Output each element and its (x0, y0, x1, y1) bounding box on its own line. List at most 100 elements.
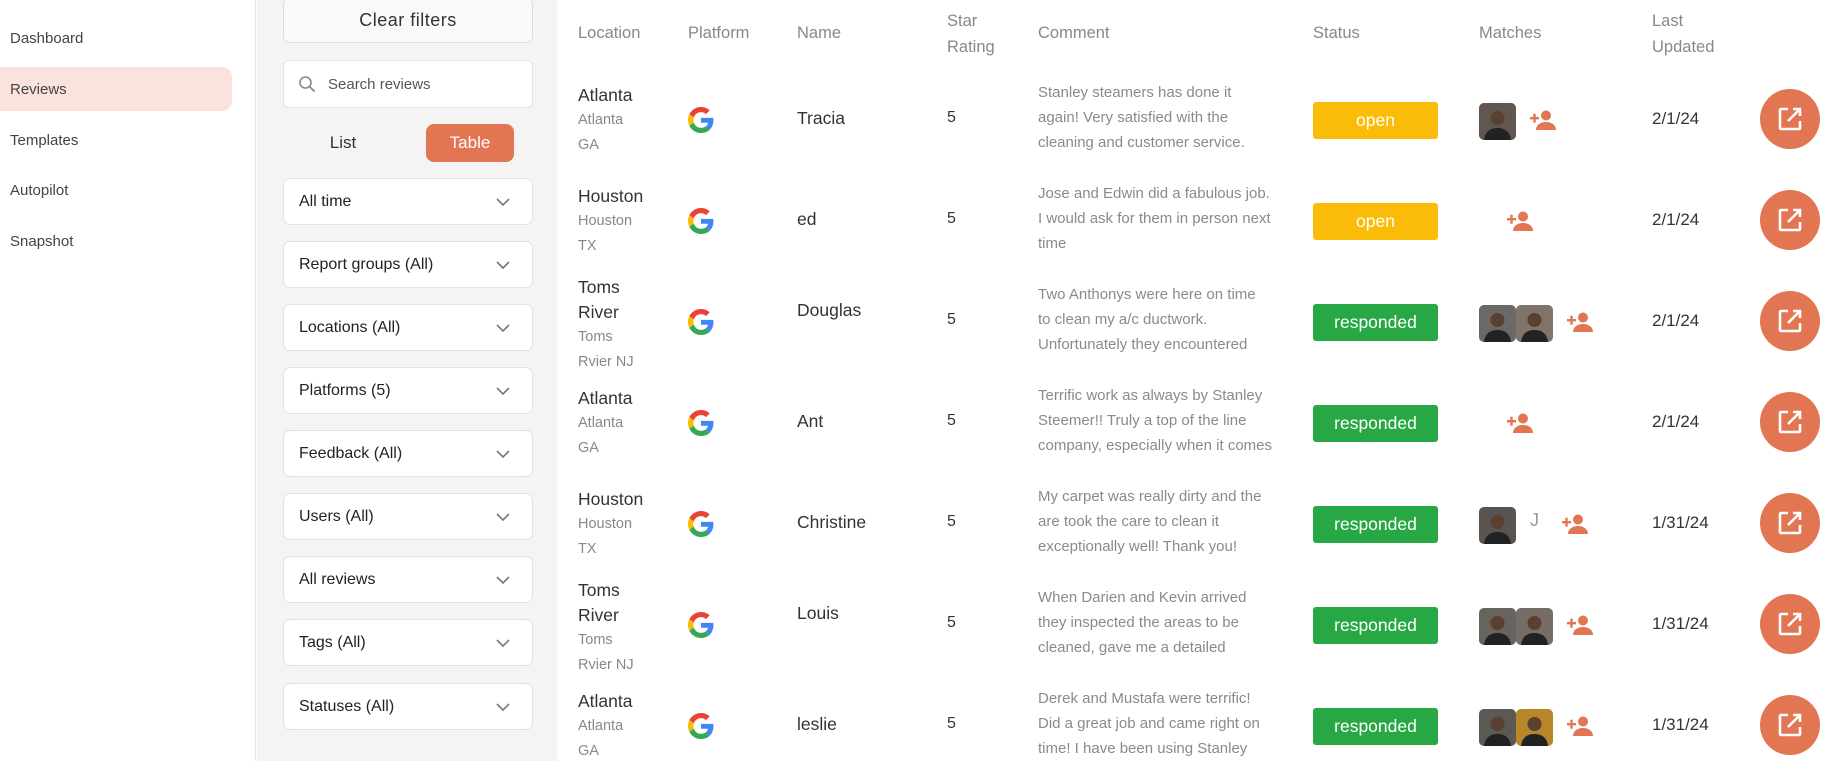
status-badge[interactable]: responded (1313, 708, 1438, 745)
add-user-icon[interactable] (1506, 412, 1536, 434)
date-range-dropdown[interactable]: All time (283, 178, 533, 225)
platforms-dropdown[interactable]: Platforms (5) (283, 367, 533, 414)
review-comment[interactable]: Jose and Edwin did a fabulous job. I wou… (1038, 181, 1272, 261)
chevron-down-icon (496, 575, 510, 584)
sidebar-item-reviews[interactable]: Reviews (0, 67, 232, 111)
match-avatar[interactable] (1479, 709, 1516, 746)
external-link-icon (1777, 510, 1803, 536)
search-box[interactable] (283, 60, 533, 108)
status-badge[interactable]: responded (1313, 607, 1438, 644)
clear-filters-button[interactable]: Clear filters (283, 0, 533, 43)
location-cell: Atlanta Atlanta GA (578, 689, 632, 764)
open-review-button[interactable] (1760, 291, 1820, 351)
open-review-button[interactable] (1760, 695, 1820, 755)
star-rating: 5 (947, 614, 956, 631)
status-badge[interactable]: open (1313, 102, 1438, 139)
match-avatar[interactable] (1479, 305, 1516, 342)
location-sub-1: Houston (578, 213, 633, 229)
table-row[interactable]: Houston Houston TX ed 5 Jose and Edwin did a … (559, 171, 1828, 272)
add-user-icon[interactable] (1566, 311, 1596, 333)
header-comment[interactable]: Comment (1038, 20, 1110, 46)
review-comment[interactable]: When Darien and Kevin arrived they inspe… (1038, 585, 1272, 665)
review-comment[interactable]: My carpet was really dirty and the are t… (1038, 484, 1272, 564)
location-cell: Atlanta Atlanta GA (578, 386, 632, 461)
chevron-down-icon (496, 197, 510, 206)
header-platform[interactable]: Platform (688, 20, 749, 46)
table-row[interactable]: Atlanta Atlanta GA Tracia 5 Stanley steamers … (559, 70, 1828, 171)
users-dropdown[interactable]: Users (All) (283, 493, 533, 540)
feedback-dropdown[interactable]: Feedback (All) (283, 430, 533, 477)
match-avatar[interactable] (1516, 608, 1553, 645)
location-sub-2: TX (578, 238, 597, 254)
add-user-icon[interactable] (1506, 210, 1536, 232)
match-avatar[interactable] (1516, 305, 1553, 342)
tags-dropdown[interactable]: Tags (All) (283, 619, 533, 666)
location-city: Houston (578, 489, 644, 509)
sidebar-item-snapshot[interactable]: Snapshot (0, 219, 232, 263)
sidebar-item-autopilot[interactable]: Autopilot (0, 168, 232, 212)
dropdown-label: Platforms (5) (299, 381, 391, 399)
match-avatar[interactable] (1516, 709, 1553, 746)
dropdown-label: Locations (All) (299, 318, 401, 336)
location-cell: Houston Houston TX (578, 184, 643, 259)
match-avatar[interactable] (1479, 608, 1516, 645)
table-row[interactable]: Toms River Toms Rvier NJ Louis 5 When Darien … (559, 575, 1828, 676)
dropdown-label: Feedback (All) (299, 444, 403, 462)
match-initial[interactable]: J (1530, 510, 1539, 531)
reviews-type-dropdown[interactable]: All reviews (283, 556, 533, 603)
header-last-updated[interactable]: Last Updated (1652, 8, 1714, 60)
match-avatar[interactable] (1479, 507, 1516, 544)
open-review-button[interactable] (1760, 89, 1820, 149)
header-star-rating[interactable]: Star Rating (947, 8, 995, 60)
review-comment[interactable]: Stanley steamers has done it again! Very… (1038, 80, 1272, 160)
location-city: Houston (578, 186, 644, 206)
status-badge[interactable]: open (1313, 203, 1438, 240)
add-user-icon[interactable] (1529, 109, 1559, 131)
last-updated: 1/31/24 (1652, 715, 1709, 734)
dropdown-label: Report groups (All) (299, 255, 434, 273)
open-review-button[interactable] (1760, 594, 1820, 654)
chevron-down-icon (496, 260, 510, 269)
open-review-button[interactable] (1760, 190, 1820, 250)
reviewer-name: leslie (797, 714, 837, 734)
search-input[interactable] (328, 75, 518, 93)
sidebar-item-templates[interactable]: Templates (0, 118, 232, 162)
location-city: Toms River (578, 580, 620, 625)
match-avatar[interactable] (1479, 103, 1516, 140)
header-name[interactable]: Name (797, 20, 841, 46)
add-user-icon[interactable] (1561, 513, 1591, 535)
table-row[interactable]: Atlanta Atlanta GA Ant 5 Terrific work as alw… (559, 373, 1828, 474)
external-link-icon (1777, 308, 1803, 334)
table-row[interactable]: Atlanta Atlanta GA leslie 5 Derek and Mustafa… (559, 676, 1828, 770)
view-table-toggle[interactable]: Table (426, 124, 514, 162)
open-review-button[interactable] (1760, 493, 1820, 553)
add-user-icon[interactable] (1566, 715, 1596, 737)
header-status[interactable]: Status (1313, 20, 1360, 46)
review-comment[interactable]: Terrific work as always by Stanley Steem… (1038, 383, 1272, 463)
last-updated: 2/1/24 (1652, 109, 1700, 128)
location-cell: Houston Houston TX (578, 487, 643, 562)
dropdown-label: Tags (All) (299, 633, 366, 651)
location-sub-2: GA (578, 743, 599, 759)
review-comment[interactable]: Derek and Mustafa were terrific! Did a g… (1038, 686, 1272, 766)
review-comment[interactable]: Two Anthonys were here on time to clean … (1038, 282, 1272, 362)
status-badge[interactable]: responded (1313, 506, 1438, 543)
view-list-toggle[interactable]: List (283, 124, 403, 162)
locations-dropdown[interactable]: Locations (All) (283, 304, 533, 351)
status-badge[interactable]: responded (1313, 304, 1438, 341)
last-updated: 2/1/24 (1652, 412, 1700, 431)
reviewer-name: Douglas (797, 300, 862, 320)
table-row[interactable]: Houston Houston TX Christine 5 My carpet was … (559, 474, 1828, 575)
status-badge[interactable]: responded (1313, 405, 1438, 442)
sidebar-item-dashboard[interactable]: Dashboard (0, 16, 232, 60)
header-location[interactable]: Location (578, 20, 640, 46)
report-groups-dropdown[interactable]: Report groups (All) (283, 241, 533, 288)
add-user-icon[interactable] (1566, 614, 1596, 636)
table-row[interactable]: Toms River Toms Rvier NJ Douglas 5 Two Anthon… (559, 272, 1828, 373)
chevron-down-icon (496, 512, 510, 521)
open-review-button[interactable] (1760, 392, 1820, 452)
reviewer-name: ed (797, 209, 817, 229)
statuses-dropdown[interactable]: Statuses (All) (283, 683, 533, 730)
header-matches[interactable]: Matches (1479, 20, 1541, 46)
location-city: Atlanta (578, 388, 633, 408)
